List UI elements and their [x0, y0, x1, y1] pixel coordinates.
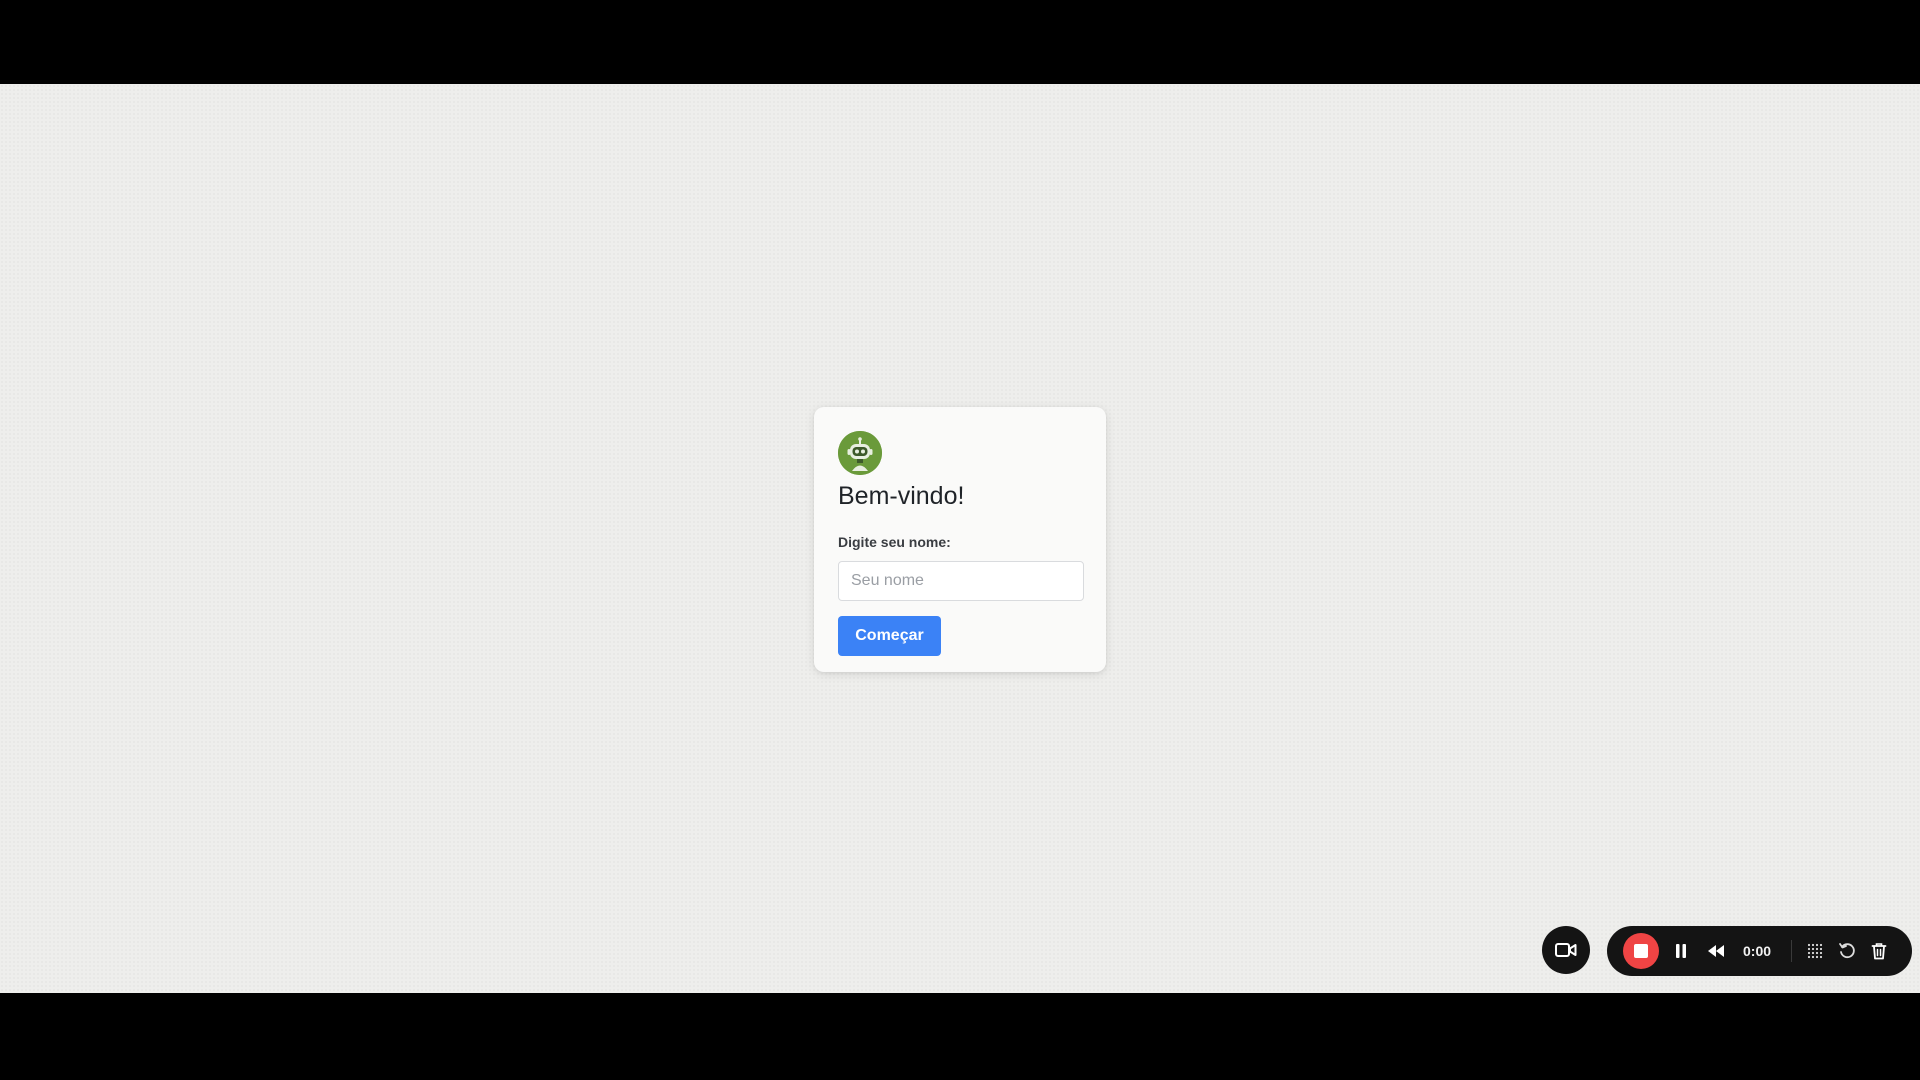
grid-button[interactable]	[1804, 940, 1826, 962]
stop-icon	[1634, 944, 1648, 958]
delete-button[interactable]	[1868, 940, 1890, 962]
name-field-label: Digite seu nome:	[838, 534, 951, 550]
stop-button[interactable]	[1623, 933, 1659, 969]
name-input[interactable]	[838, 561, 1084, 601]
welcome-card: Bem-vindo! Digite seu nome: Começar	[814, 407, 1106, 672]
rewind-icon	[1708, 945, 1724, 957]
letterbox-bottom	[0, 993, 1920, 1080]
video-camera-icon	[1555, 943, 1577, 957]
pause-button[interactable]	[1669, 939, 1693, 963]
camera-toggle-button[interactable]	[1542, 926, 1590, 974]
restart-icon	[1839, 943, 1855, 959]
welcome-title: Bem-vindo!	[838, 482, 965, 510]
robot-avatar-icon	[838, 431, 882, 475]
page-background: Bem-vindo! Digite seu nome: Começar 0:00	[0, 84, 1920, 993]
pause-icon	[1676, 944, 1686, 958]
trash-icon	[1871, 943, 1887, 960]
recording-timer: 0:00	[1743, 943, 1772, 959]
toolbar-divider	[1791, 940, 1792, 962]
rewind-button[interactable]	[1703, 939, 1729, 963]
start-button[interactable]: Começar	[838, 616, 941, 656]
restart-button[interactable]	[1836, 940, 1858, 962]
recorder-toolbar: 0:00	[1607, 926, 1912, 976]
letterbox-top	[0, 0, 1920, 84]
grid-dots-icon	[1807, 943, 1823, 959]
